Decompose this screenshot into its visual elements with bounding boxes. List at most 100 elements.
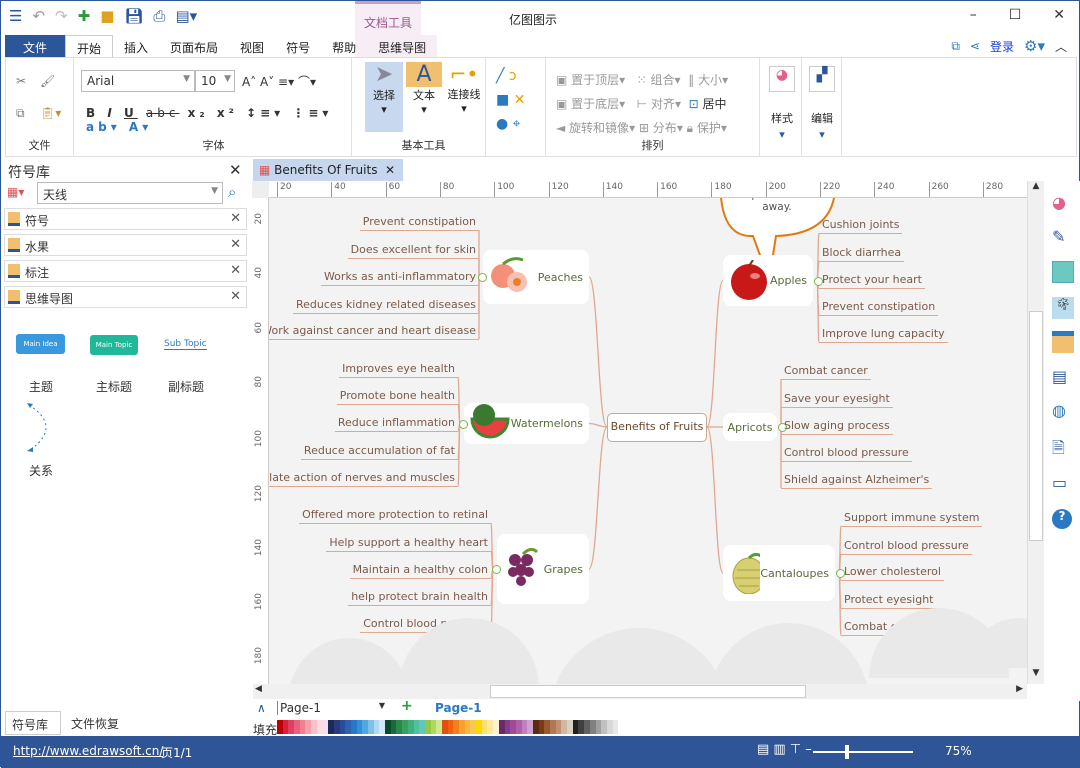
leaf-topic[interactable]: Prevent constipation — [819, 300, 939, 316]
library-menu-icon[interactable]: ▦▾ — [7, 185, 24, 199]
website-link[interactable]: http://www.edrawsoft.cn/ — [13, 744, 163, 758]
collapse-toggle-icon[interactable] — [459, 419, 468, 429]
maximize-icon[interactable]: ☐ — [1009, 7, 1022, 23]
search-icon[interactable]: ⌕ — [228, 183, 236, 201]
remove-library-icon[interactable]: ✕ — [230, 289, 241, 304]
tab-library[interactable]: 符号库 — [5, 711, 61, 735]
leaf-topic[interactable]: Slow aging process — [781, 419, 893, 435]
collapse-ribbon-icon[interactable]: ︿ — [1055, 38, 1067, 55]
leaf-topic[interactable]: Cushion joints — [819, 218, 903, 234]
canvas[interactable]: Benefits of Fruits Peaches Prevent constip… — [269, 198, 1027, 684]
shadow-color-icon[interactable] — [1052, 261, 1074, 283]
leaf-topic[interactable]: Does excellent for skin — [347, 243, 479, 259]
share-icon[interactable]: ⋖ — [970, 39, 980, 53]
bring-front-button[interactable]: ▣ 置于顶层▾ — [556, 73, 625, 87]
leaf-topic[interactable]: Prevent constipation — [359, 215, 479, 231]
view-mode-icons[interactable]: ▤ ▥ ⊤ – — [757, 742, 812, 757]
redo-icon[interactable]: ↷ — [55, 7, 68, 25]
page-select[interactable]: Page-1 ▼ — [277, 701, 389, 715]
tab-insert[interactable]: 插入 — [113, 35, 159, 57]
branch-cantaloupes[interactable]: Cantaloupes — [723, 545, 835, 601]
align-button[interactable]: ⊢ 对齐▾ — [637, 97, 681, 111]
branch-grapes[interactable]: Grapes — [497, 534, 589, 604]
settings-icon[interactable]: ⚙▾ — [1024, 37, 1045, 55]
shape-main-topic[interactable]: Main Topic — [90, 335, 138, 355]
size-button[interactable]: ‖ 大小▾ — [688, 73, 728, 87]
library-search-input[interactable]: 天线 ▼ — [37, 182, 223, 204]
layers-icon[interactable] — [1052, 331, 1074, 353]
publish-icon[interactable]: ⧉ — [951, 39, 960, 54]
leaf-topic[interactable]: Reduces kidney related diseases — [293, 298, 479, 314]
format-buttons[interactable]: B I U abc x₂ x² ↕≡▾ ⋮≡▾ ab▾ A▾ — [86, 106, 351, 134]
undo-icon[interactable]: ↶ — [32, 7, 45, 25]
tab-help[interactable]: 帮助 — [321, 35, 367, 57]
leaf-topic[interactable]: Offered more protection to retinal — [299, 508, 491, 524]
branch-apples[interactable]: Apples — [723, 255, 813, 306]
help-icon[interactable]: ? — [1052, 509, 1072, 529]
close-icon[interactable]: ✕ — [1053, 7, 1065, 23]
zoom-slider[interactable] — [813, 745, 913, 759]
remove-library-icon[interactable]: ✕ — [230, 237, 241, 252]
library-item[interactable]: 思维导图 ✕ — [4, 286, 247, 308]
paste-icon[interactable]: 📋︎▾ — [40, 106, 61, 120]
collapse-toggle-icon[interactable] — [478, 273, 487, 282]
tab-file-recovery[interactable]: 文件恢复 — [71, 715, 119, 732]
leaf-topic[interactable]: Combat cancer — [781, 364, 871, 380]
shape-main-idea[interactable]: Main Idea — [16, 334, 65, 354]
leaf-topic[interactable]: Improves eye health — [339, 362, 458, 378]
fill-icon[interactable]: ◕ — [1052, 193, 1074, 215]
central-topic[interactable]: Benefits of Fruits — [607, 413, 707, 442]
leaf-topic[interactable]: Work against cancer and heart disease — [269, 324, 479, 340]
leaf-topic[interactable]: Support immune system — [841, 511, 983, 527]
collapse-toggle-icon[interactable] — [492, 565, 501, 574]
horizontal-scroll-thumb[interactable] — [490, 685, 806, 698]
branch-peaches[interactable]: Peaches — [483, 250, 589, 304]
callout-text[interactable]: One apple a day keeps the doctor away. — [727, 198, 827, 214]
tab-view[interactable]: 视图 — [229, 35, 275, 57]
copy-icon[interactable]: ⧉ — [16, 106, 25, 121]
leaf-topic[interactable]: Reduce inflammation — [334, 416, 458, 432]
library-item[interactable]: 标注 ✕ — [4, 260, 247, 282]
format-painter-icon[interactable]: 🖌︎ — [40, 74, 55, 88]
leaf-topic[interactable]: Save your eyesight — [781, 392, 893, 408]
leaf-topic[interactable]: Maintain a healthy colon — [349, 563, 491, 579]
vertical-scrollbar[interactable]: ▲ ▼ — [1027, 181, 1044, 684]
protect-button[interactable]: 🔒︎ 保护▾ — [687, 121, 727, 135]
font-size-select[interactable]: 10 ▼ — [195, 70, 235, 92]
new-icon[interactable]: ✚ — [78, 7, 91, 25]
zoom-slider-thumb[interactable] — [845, 745, 849, 759]
library-item[interactable]: 符号 ✕ — [4, 208, 247, 230]
leaf-topic[interactable]: Block diarrhea — [819, 246, 905, 262]
leaf-topic[interactable]: Improve lung capacity — [819, 327, 948, 343]
leaf-topic[interactable]: Shield against Alzheimer's — [781, 473, 933, 489]
leaf-topic[interactable]: Works as anti-inflammatory — [320, 270, 479, 286]
branch-watermelons[interactable]: Watermelons — [464, 403, 589, 444]
login-link[interactable]: 登录 — [990, 38, 1014, 55]
rotate-button[interactable]: ◄ 旋转和镜像▾ — [556, 121, 635, 135]
branch-apricots[interactable]: Apricots — [723, 413, 777, 441]
print-icon[interactable]: ⎙ — [153, 7, 165, 25]
page-tab[interactable]: Page-1 — [435, 701, 482, 715]
globe-icon[interactable]: ◍ — [1052, 401, 1074, 423]
shape-sub-topic[interactable]: Sub Topic — [164, 339, 207, 350]
grow-font-icon[interactable]: A˄ A˅ ≡▾ ⌒▾ — [242, 73, 316, 90]
app-menu-icon[interactable]: ☰ — [9, 7, 22, 25]
style-button[interactable]: ◕ 样式 ▾ — [762, 58, 802, 156]
text-button[interactable]: A 文本 ▾ — [406, 62, 442, 116]
leaf-topic[interactable]: Promote bone health — [336, 389, 458, 405]
send-back-button[interactable]: ▣ 置于底层▾ — [556, 97, 625, 111]
page-nav-up-icon[interactable]: ∧ — [257, 701, 266, 715]
distribute-button[interactable]: ⊞ 分布▾ — [639, 121, 683, 135]
connector-button[interactable]: ⌐• 连接线 ▾ — [444, 62, 484, 115]
export-icon[interactable]: ▤▾ — [175, 7, 197, 25]
group-button[interactable]: ⁙ 组合▾ — [637, 73, 681, 87]
minimize-icon[interactable]: – — [970, 7, 977, 23]
image-icon[interactable]: 🌴︎ — [1052, 297, 1074, 319]
remove-library-icon[interactable]: ✕ — [230, 263, 241, 278]
document-tab[interactable]: ▦ Benefits Of Fruits ✕ — [253, 159, 403, 181]
tab-home[interactable]: 开始 — [65, 35, 114, 57]
leaf-topic[interactable]: Reduce accumulation of fat — [300, 444, 458, 460]
open-icon[interactable]: ■ — [100, 7, 114, 25]
font-name-select[interactable]: Arial ▼ — [81, 70, 195, 92]
tab-symbols[interactable]: 符号 — [275, 35, 321, 57]
